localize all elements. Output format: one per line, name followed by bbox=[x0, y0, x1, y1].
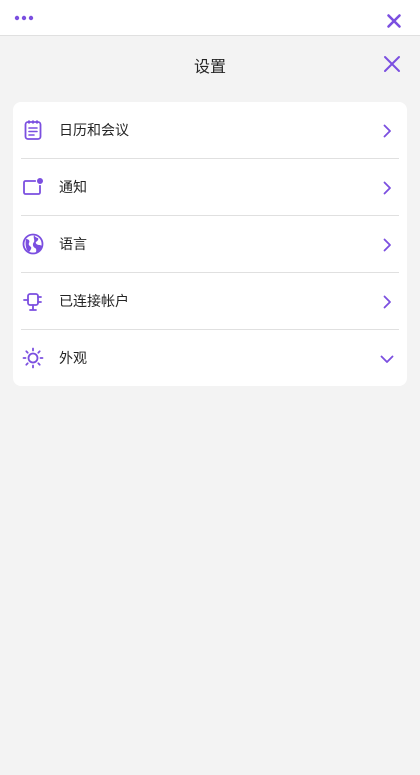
settings-header: 设置 bbox=[0, 36, 420, 92]
close-icon bbox=[384, 56, 400, 72]
connector-plug-icon bbox=[21, 289, 45, 313]
chevron-right-icon bbox=[377, 292, 397, 312]
chevron-right-icon bbox=[377, 121, 397, 141]
settings-item-calendar-meetings[interactable]: 日历和会议 bbox=[13, 102, 407, 159]
settings-item-language[interactable]: 语言 bbox=[13, 216, 407, 273]
settings-item-connected-accounts[interactable]: 已连接帐户 bbox=[13, 273, 407, 330]
settings-item-label: 日历和会议 bbox=[59, 123, 129, 139]
settings-item-label: 语言 bbox=[59, 237, 87, 253]
chevron-down-icon bbox=[377, 349, 397, 369]
settings-item-notifications[interactable]: 通知 bbox=[13, 159, 407, 216]
chevron-right-icon bbox=[377, 235, 397, 255]
globe-icon bbox=[21, 232, 45, 256]
close-icon[interactable] bbox=[384, 11, 404, 31]
settings-item-appearance[interactable]: 外观 bbox=[13, 330, 407, 386]
settings-item-label: 已连接帐户 bbox=[59, 294, 129, 310]
top-bar bbox=[0, 0, 420, 36]
settings-item-label: 外观 bbox=[59, 351, 87, 367]
sun-brightness-icon bbox=[21, 346, 45, 370]
notification-window-icon bbox=[21, 175, 45, 199]
page-title: 设置 bbox=[193, 57, 226, 76]
calendar-clipboard-icon bbox=[21, 118, 45, 142]
settings-list: 日历和会议 通知 语言 已连接帐户 外观 bbox=[13, 102, 407, 386]
more-horizontal-icon[interactable] bbox=[12, 8, 36, 28]
close-settings-button[interactable] bbox=[380, 52, 404, 76]
chevron-right-icon bbox=[377, 178, 397, 198]
settings-item-label: 通知 bbox=[59, 180, 87, 196]
